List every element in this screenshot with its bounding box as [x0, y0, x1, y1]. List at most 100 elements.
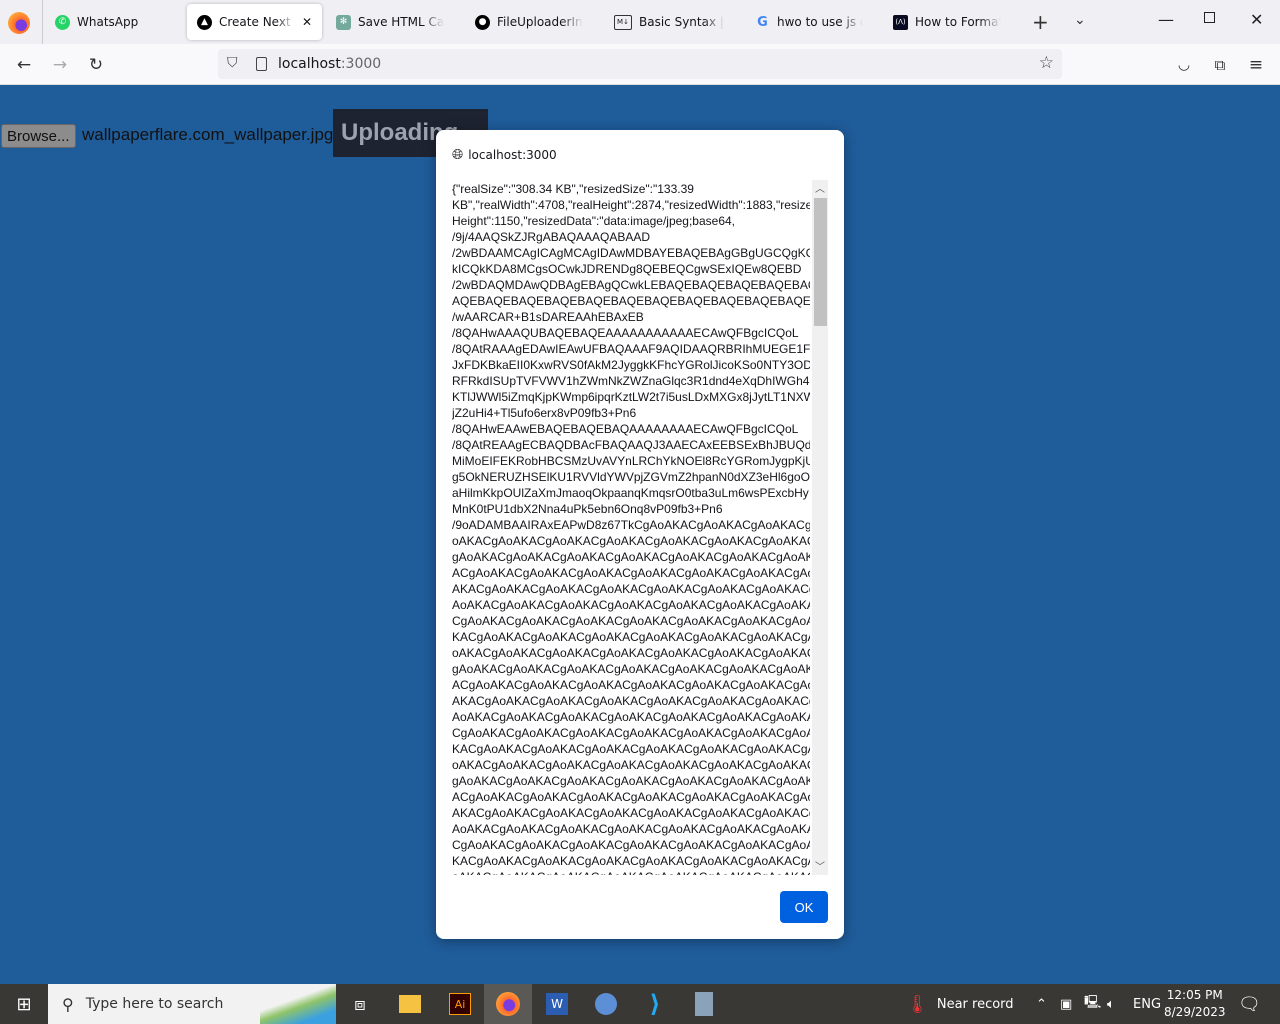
tab-freecodecamp[interactable]: (Λ) How to Format Code	[883, 4, 1018, 40]
notifications-icon[interactable]: 🗨︎	[1238, 984, 1261, 1024]
message-line: /2wBDAAMCAgICAgMCAgIDAwMDBAYEBAQEBAgGBgU…	[452, 246, 810, 260]
message-line: KACgAoAKACgAoAKACgAoAKACgAoAKACgAoAKACgA…	[452, 630, 810, 644]
list-all-tabs-button[interactable]: ⌄	[1074, 12, 1086, 28]
message-line: oAKACgAoAKACgAoAKACgAoAKACgAoAKACgAoAKAC…	[452, 646, 810, 660]
message-line: g5OkNERUZHSElKU1RVVldYWVpjZGVmZ2hpanN0dX…	[452, 470, 810, 484]
firefox-taskbar-icon[interactable]	[484, 984, 532, 1024]
message-line: ACgAoAKACgAoAKACgAoAKACgAoAKACgAoAKACgAo…	[452, 790, 810, 804]
browse-button[interactable]: Browse...	[1, 124, 76, 148]
close-window-button[interactable]: ✕	[1250, 10, 1263, 29]
camera-icon[interactable]: ▣	[1060, 984, 1072, 1024]
message-line: AQEBAQEBAQEBAQEBAQEBAQEBAQEBAQEBAQEBAQEB…	[452, 294, 810, 308]
search-icon: ⚲	[62, 994, 74, 1014]
tab-markdown[interactable]: M↓ Basic Syntax | Markdown	[604, 4, 739, 40]
ok-button[interactable]: OK	[780, 891, 828, 923]
firefox-view-button[interactable]	[8, 12, 30, 34]
thermometer-icon: 🌡︎	[906, 993, 929, 1015]
scroll-up-arrow[interactable]: ︿	[815, 180, 825, 195]
weather-widget[interactable]: 🌡︎ Near record	[906, 984, 1014, 1024]
github-icon: ●	[475, 14, 490, 30]
back-button[interactable]: ←	[11, 52, 37, 78]
message-line: /8QAHwEAAwEBAQEBAQEBAQAAAAAAAAECAwQFBgcI…	[452, 422, 799, 436]
message-line: /8QAtRAAAgEDAwIEAwUFBAQAAAF9AQIDAAQRBRIh…	[452, 342, 810, 356]
show-hidden-icons-button[interactable]: ⌃	[1036, 984, 1047, 1024]
tab-label: FileUploaderInNext	[497, 15, 583, 29]
vscode-icon[interactable]: ⟩	[631, 984, 679, 1024]
message-line: gAoAKACgAoAKACgAoAKACgAoAKACgAoAKACgAoAK…	[452, 774, 810, 788]
pocket-icon[interactable]: ◡	[1171, 52, 1197, 78]
clock[interactable]: 12:05 PM 8/29/2023	[1164, 984, 1226, 1024]
message-line: /2wBDAQMDAwQDBAgEBAgQCwkLEBAQEBAQEBAQEBA…	[452, 278, 810, 292]
tab-bar: ✆ WhatsApp ▲ Create Next App ✕ ✻ Save HTML Can…	[0, 0, 1280, 44]
message-line: AoAKACgAoAKACgAoAKACgAoAKACgAoAKACgAoAKA…	[452, 710, 810, 724]
dialog-message[interactable]: {"realSize":"308.34 KB","resizedSize":"1…	[448, 180, 828, 875]
tab-google[interactable]: Ghwo to use js code	[745, 4, 880, 40]
menu-icon[interactable]: ≡	[1243, 52, 1269, 78]
freecodecamp-icon: (Λ)	[893, 14, 908, 30]
restore-button[interactable]	[1204, 12, 1215, 23]
message-line: CgAoAKACgAoAKACgAoAKACgAoAKACgAoAKACgAoA…	[452, 614, 810, 628]
language-indicator[interactable]: ENG	[1133, 984, 1161, 1024]
clock-time: 12:05 PM	[1166, 988, 1223, 1002]
message-line: jZ2uHi4+Tl5ufo6erx8vP09fb3+Pn6	[452, 406, 637, 420]
weather-text: Near record	[936, 996, 1014, 1012]
file-explorer-icon[interactable]	[386, 984, 434, 1024]
media-player-icon[interactable]	[582, 984, 630, 1024]
message-text: {"realSize":"308.34 KB","resizedSize":"1…	[452, 181, 810, 875]
taskbar-search[interactable]: ⚲ Type here to search	[48, 984, 336, 1024]
message-line: AKACgAoAKACgAoAKACgAoAKACgAoAKACgAoAKACg…	[452, 694, 810, 708]
new-tab-button[interactable]: +	[1032, 10, 1049, 34]
selected-file-name: wallpaperflare.com_wallpaper.jpg	[82, 125, 334, 144]
message-line: /9oADAMBAAIRAxEAPwD8z67TkCgAoAKACgAoAKAC…	[452, 518, 810, 532]
dialog-origin: localhost:3000	[468, 148, 557, 162]
globe-icon: 🌐︎	[452, 147, 464, 163]
alert-dialog: 🌐︎ localhost:3000 {"realSize":"308.34 KB…	[436, 130, 844, 939]
message-line: kICQkKDA8MCgsOCwkJDRENDg8QEBEQCgwSExIQEw…	[452, 262, 802, 276]
scroll-down-arrow[interactable]: ﹀	[815, 858, 825, 873]
windows-start-icon[interactable]: ⊞	[0, 984, 48, 1024]
google-icon: G	[757, 14, 768, 30]
shield-icon[interactable]: ⛉	[227, 55, 238, 71]
message-line: KTlJWWl5iZmqKjpKWmp6ipqrKztLW2t7i5usLDxM…	[452, 390, 810, 404]
network-icon[interactable]: 🖳︎	[1084, 984, 1101, 1024]
tab-whatsapp[interactable]: ✆ WhatsApp	[45, 4, 180, 40]
illustrator-icon[interactable]: Ai	[436, 984, 484, 1024]
tab-label: How to Format Code	[915, 15, 1001, 29]
message-line: KACgAoAKACgAoAKACgAoAKACgAoAKACgAoAKACgA…	[452, 854, 810, 868]
tab-label: Create Next App	[219, 15, 295, 29]
nextjs-icon: ▲	[197, 14, 212, 30]
volume-icon[interactable]: 🔈︎	[1107, 984, 1115, 1024]
calculator-icon[interactable]	[680, 984, 728, 1024]
message-line: AoAKACgAoAKACgAoAKACgAoAKACgAoAKACgAoAKA…	[452, 822, 810, 836]
tab-github[interactable]: ● FileUploaderInNext	[465, 4, 600, 40]
url-bar[interactable]: ⛉ localhost:3000 ☆	[218, 49, 1062, 79]
message-line: oAKACgAoAKACgAoAKACgAoAKACgAoAKACgAoAKAC…	[452, 869, 810, 875]
forward-button: →	[52, 55, 68, 75]
task-view-icon[interactable]: ⧈	[336, 984, 384, 1024]
extensions-icon[interactable]: ⧉	[1207, 52, 1233, 78]
message-line: aHilmKkpOUlZaXmJmaoqOkpaanqKmqsrO0tba3uL…	[452, 486, 809, 500]
tab-label: Save HTML Canvas	[358, 15, 444, 29]
search-highlight-image	[260, 984, 336, 1024]
scrollbar-thumb[interactable]	[814, 198, 827, 326]
bookmark-star-icon[interactable]: ☆	[1039, 53, 1054, 73]
chatgpt-icon: ✻	[336, 14, 351, 30]
divider	[42, 0, 43, 44]
search-placeholder: Type here to search	[85, 996, 224, 1012]
clock-date: 8/29/2023	[1164, 1005, 1226, 1019]
minimize-button[interactable]: —	[1158, 10, 1174, 29]
message-line: oAKACgAoAKACgAoAKACgAoAKACgAoAKACgAoAKAC…	[452, 534, 810, 548]
tab-label: hwo to use js code	[777, 15, 863, 29]
word-icon[interactable]: W	[533, 984, 581, 1024]
reload-button[interactable]: ↻	[83, 52, 109, 78]
page-icon[interactable]	[256, 57, 267, 71]
scrollbar[interactable]: ︿ ﹀	[812, 180, 828, 875]
tab-label: Basic Syntax | Markdown	[639, 15, 725, 29]
tab-nextjs[interactable]: ▲ Create Next App ✕	[187, 4, 322, 40]
message-line: gAoAKACgAoAKACgAoAKACgAoAKACgAoAKACgAoAK…	[452, 662, 810, 676]
close-tab-icon[interactable]: ✕	[302, 15, 312, 29]
message-line: MiMoEIFEKRobHBCSMzUvAVYnLRChYkNOEl8RcYGR…	[452, 454, 810, 468]
message-line: /8QAHwAAAQUBAQEBAQEAAAAAAAAAAAECAwQFBgcI…	[452, 326, 799, 340]
tab-chatgpt[interactable]: ✻ Save HTML Canvas	[326, 4, 461, 40]
url-port: :3000	[340, 56, 382, 72]
